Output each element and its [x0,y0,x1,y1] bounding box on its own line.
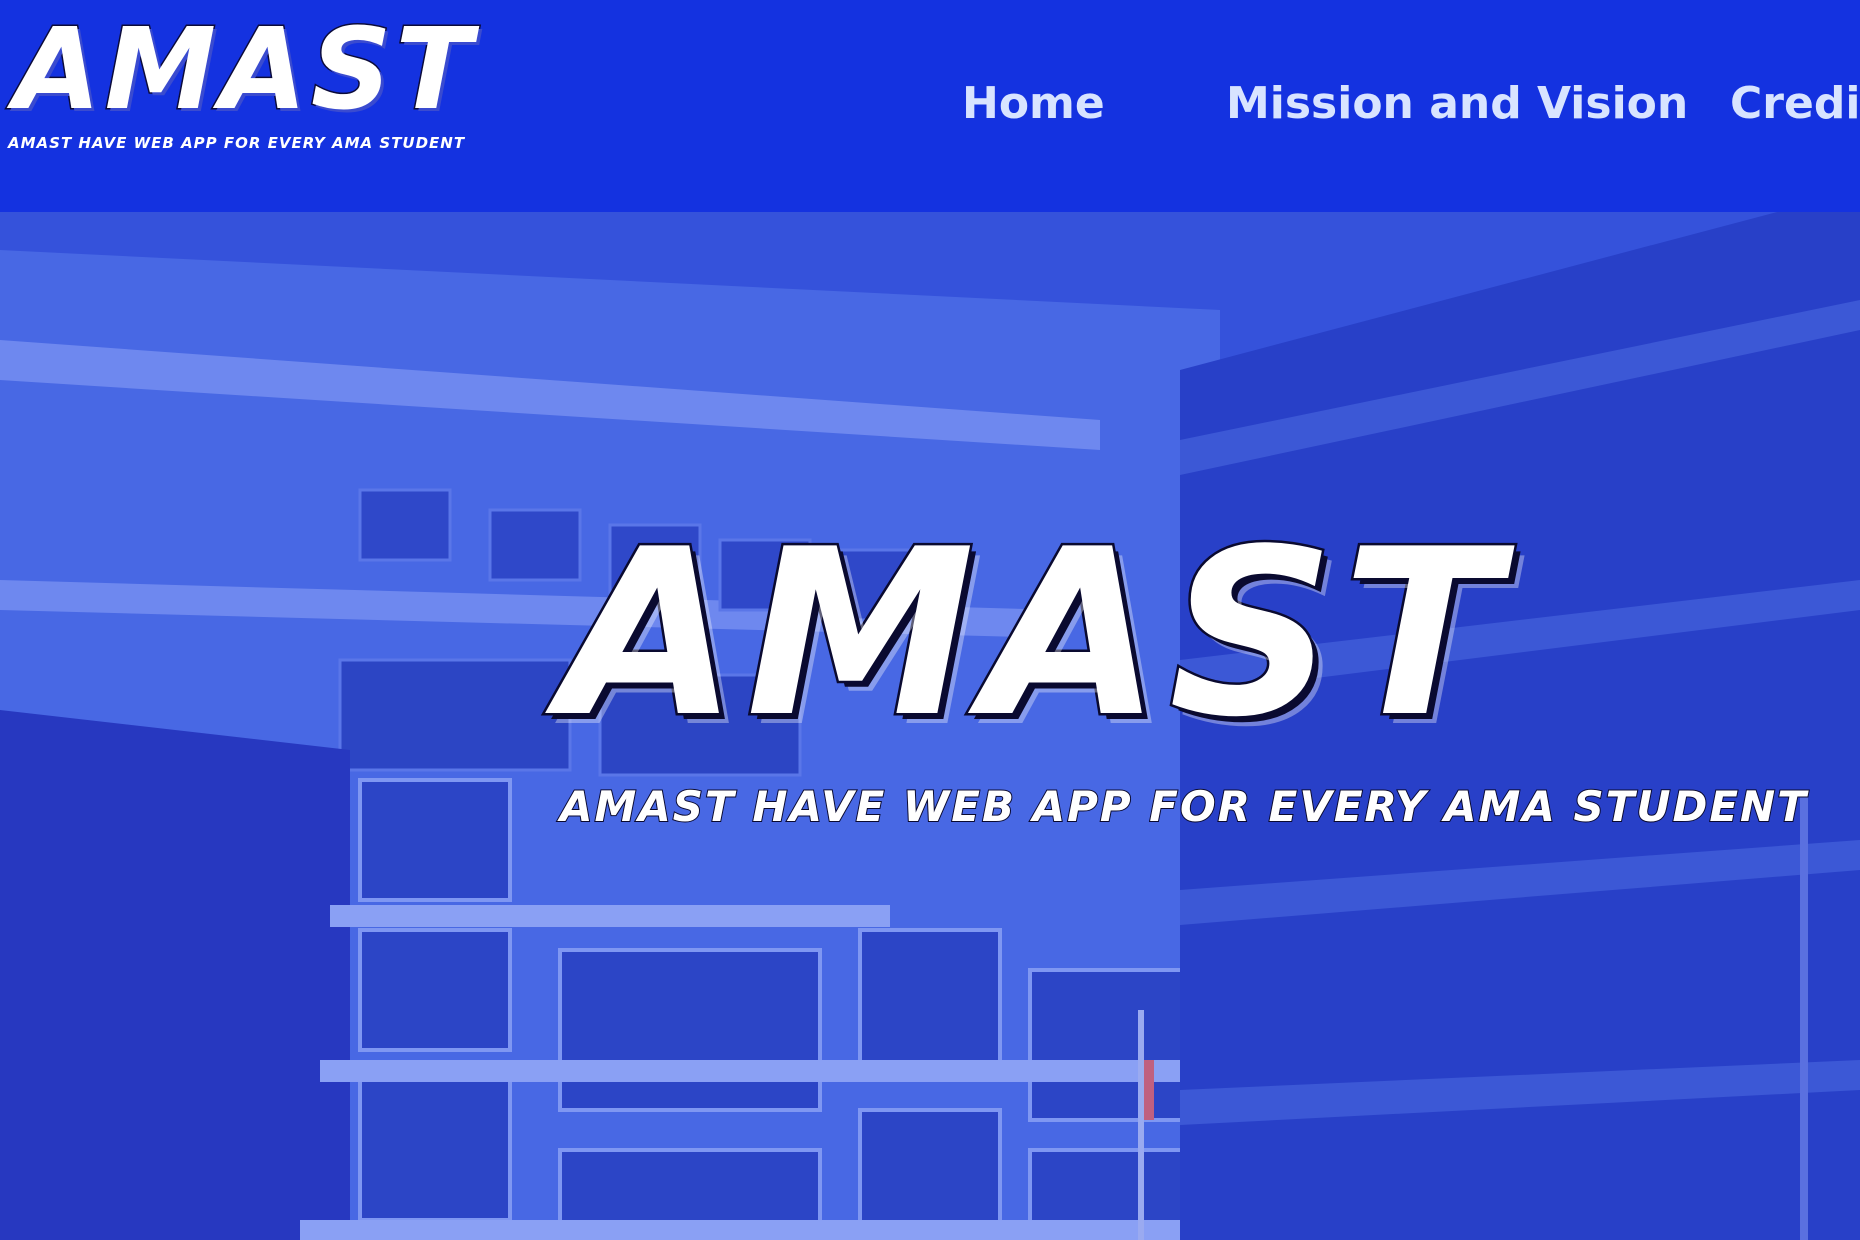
nav-link-credits[interactable]: Credits [1730,78,1860,129]
page: AMAST AMAST HAVE WEB APP FOR EVERY AMA S… [0,0,1860,1240]
site-header: AMAST AMAST HAVE WEB APP FOR EVERY AMA S… [0,0,1860,212]
nav-link-mission-and-vision[interactable]: Mission and Vision [1226,78,1688,129]
main-nav: Home Mission and Vision Credits [0,78,1860,158]
nav-link-home[interactable]: Home [962,78,1105,129]
hero-title: AMAST [557,501,1508,768]
hero-subtitle: AMAST HAVE WEB APP FOR EVERY AMA STUDENT [559,781,1808,832]
hero-banner: AMAST AMAST HAVE WEB APP FOR EVERY AMA S… [0,190,1860,1240]
